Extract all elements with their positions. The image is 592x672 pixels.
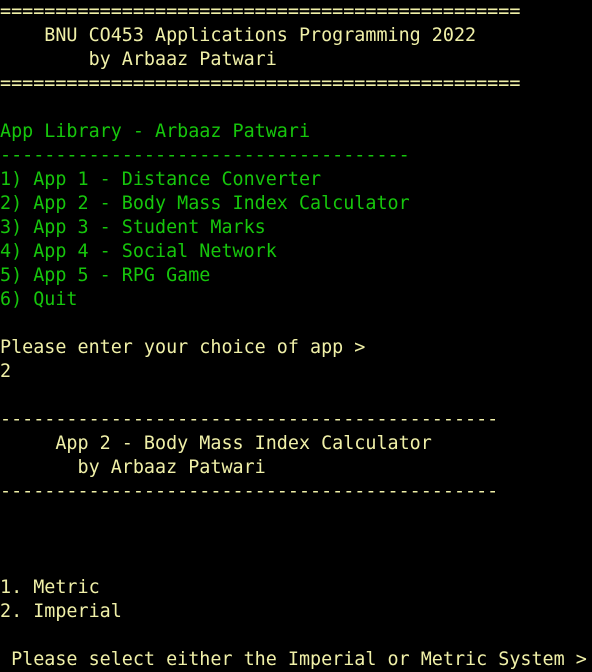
menu-item-rpg-game: 5) App 5 - RPG Game [0, 265, 211, 286]
app-header-author: by Arbaaz Patwari [0, 457, 266, 478]
app-header-rule-top: ----------------------------------------… [0, 409, 499, 430]
app-header-rule-bottom: ----------------------------------------… [0, 481, 499, 502]
app-header-title: App 2 - Body Mass Index Calculator [0, 433, 432, 454]
library-heading: App Library - Arbaaz Patwari [0, 121, 311, 142]
menu-item-student-marks: 3) App 3 - Student Marks [0, 217, 266, 238]
menu-item-bmi-calculator: 2) App 2 - Body Mass Index Calculator [0, 193, 410, 214]
banner-rule-bottom: ========================================… [0, 73, 521, 94]
console-window[interactable]: ========================================… [0, 0, 592, 672]
menu-item-quit: 6) Quit [0, 289, 78, 310]
library-rule: ------------------------------------- [0, 145, 410, 166]
banner-title: BNU CO453 Applications Programming 2022 [0, 25, 477, 46]
menu-item-social-network: 4) App 4 - Social Network [0, 241, 277, 262]
unit-option-imperial: 2. Imperial [0, 601, 122, 622]
unit-system-prompt[interactable]: Please select either the Imperial or Met… [0, 648, 592, 672]
unit-option-metric: 1. Metric [0, 577, 100, 598]
menu-item-distance-converter: 1) App 1 - Distance Converter [0, 169, 322, 190]
banner-rule-top: ========================================… [0, 1, 521, 22]
app-choice-prompt: Please enter your choice of app > [0, 337, 366, 358]
banner-author: by Arbaaz Patwari [0, 49, 277, 70]
app-choice-input[interactable]: 2 [0, 360, 592, 384]
